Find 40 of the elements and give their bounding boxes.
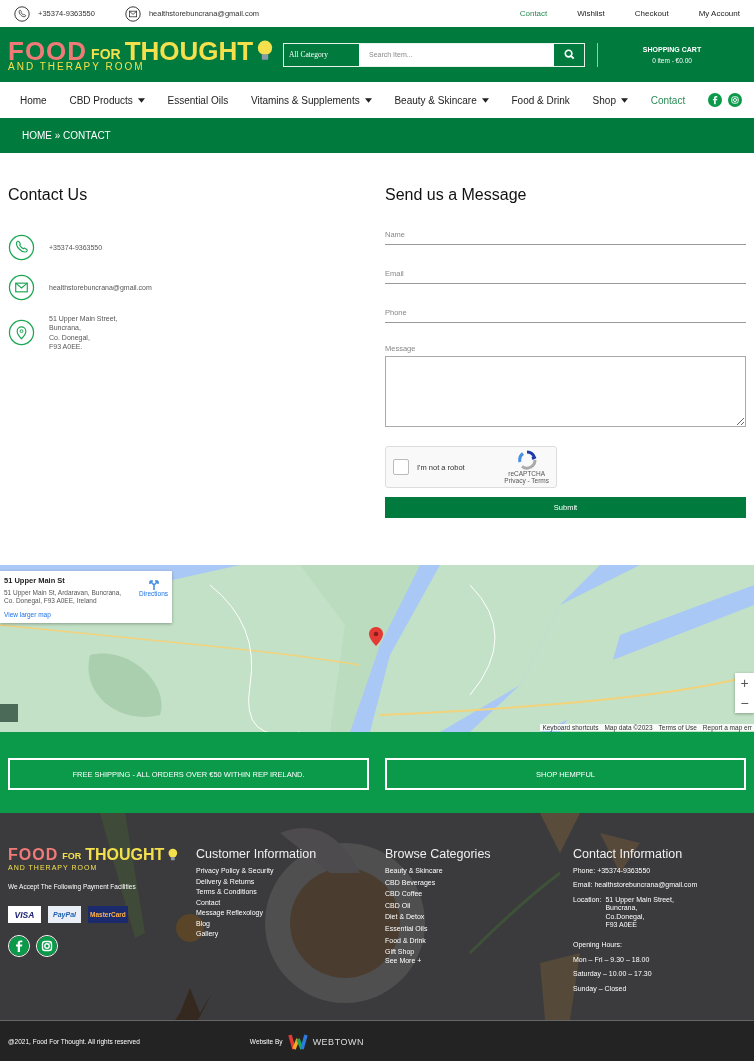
nav-item[interactable]: Shop xyxy=(592,94,628,106)
caret-icon xyxy=(620,97,628,103)
store-logo[interactable]: FOOD FOR THOUGHT AND THERAPY ROOM xyxy=(8,37,278,72)
phone-icon xyxy=(14,5,30,22)
payment-logo: VISA xyxy=(8,906,41,923)
nav-item[interactable]: Home xyxy=(20,94,47,106)
top-link[interactable]: Wishlist xyxy=(577,9,605,18)
nav-item[interactable]: Vitamins & Supplements xyxy=(250,94,372,106)
breadcrumb: HOME » CONTACT xyxy=(22,130,111,141)
nav-item[interactable]: Essential Oils xyxy=(167,94,229,106)
zoom-button[interactable]: + xyxy=(735,673,754,693)
captcha-checkbox[interactable] xyxy=(393,459,409,475)
nav-item[interactable]: Beauty & Skincare xyxy=(394,94,489,106)
directions-icon xyxy=(147,578,160,590)
caret-icon xyxy=(364,97,372,103)
location-pin-icon xyxy=(8,319,35,347)
footer-heading: Browse Categories xyxy=(385,847,491,861)
footer-heading: Customer Information xyxy=(196,847,317,861)
search-icon xyxy=(563,49,575,60)
nav-item[interactable]: Food & Drink xyxy=(511,94,570,106)
mail-icon xyxy=(124,5,141,22)
nav-item[interactable]: Contact xyxy=(650,94,686,106)
section-heading: Contact Us xyxy=(8,186,89,204)
top-link[interactable]: Contact xyxy=(519,9,548,18)
facebook-icon[interactable] xyxy=(8,935,30,957)
developer-brand[interactable]: WEBTOWN xyxy=(312,1036,364,1047)
footer-heading: Contact Information xyxy=(573,847,683,861)
mail-icon xyxy=(8,274,35,301)
instagram-icon[interactable] xyxy=(36,935,58,957)
top-link[interactable]: My Account xyxy=(698,9,740,18)
phone-icon xyxy=(8,234,35,261)
message-field[interactable] xyxy=(385,356,746,427)
recaptcha-icon xyxy=(516,450,537,470)
caret-icon xyxy=(137,97,145,103)
zoom-button[interactable]: − xyxy=(735,693,754,713)
section-heading: Send us a Message xyxy=(385,186,528,204)
caret-icon xyxy=(481,97,489,103)
zigzag-logo-icon xyxy=(287,1032,308,1051)
nav-item[interactable]: CBD Products xyxy=(69,94,145,106)
top-link[interactable]: Checkout xyxy=(634,9,669,18)
